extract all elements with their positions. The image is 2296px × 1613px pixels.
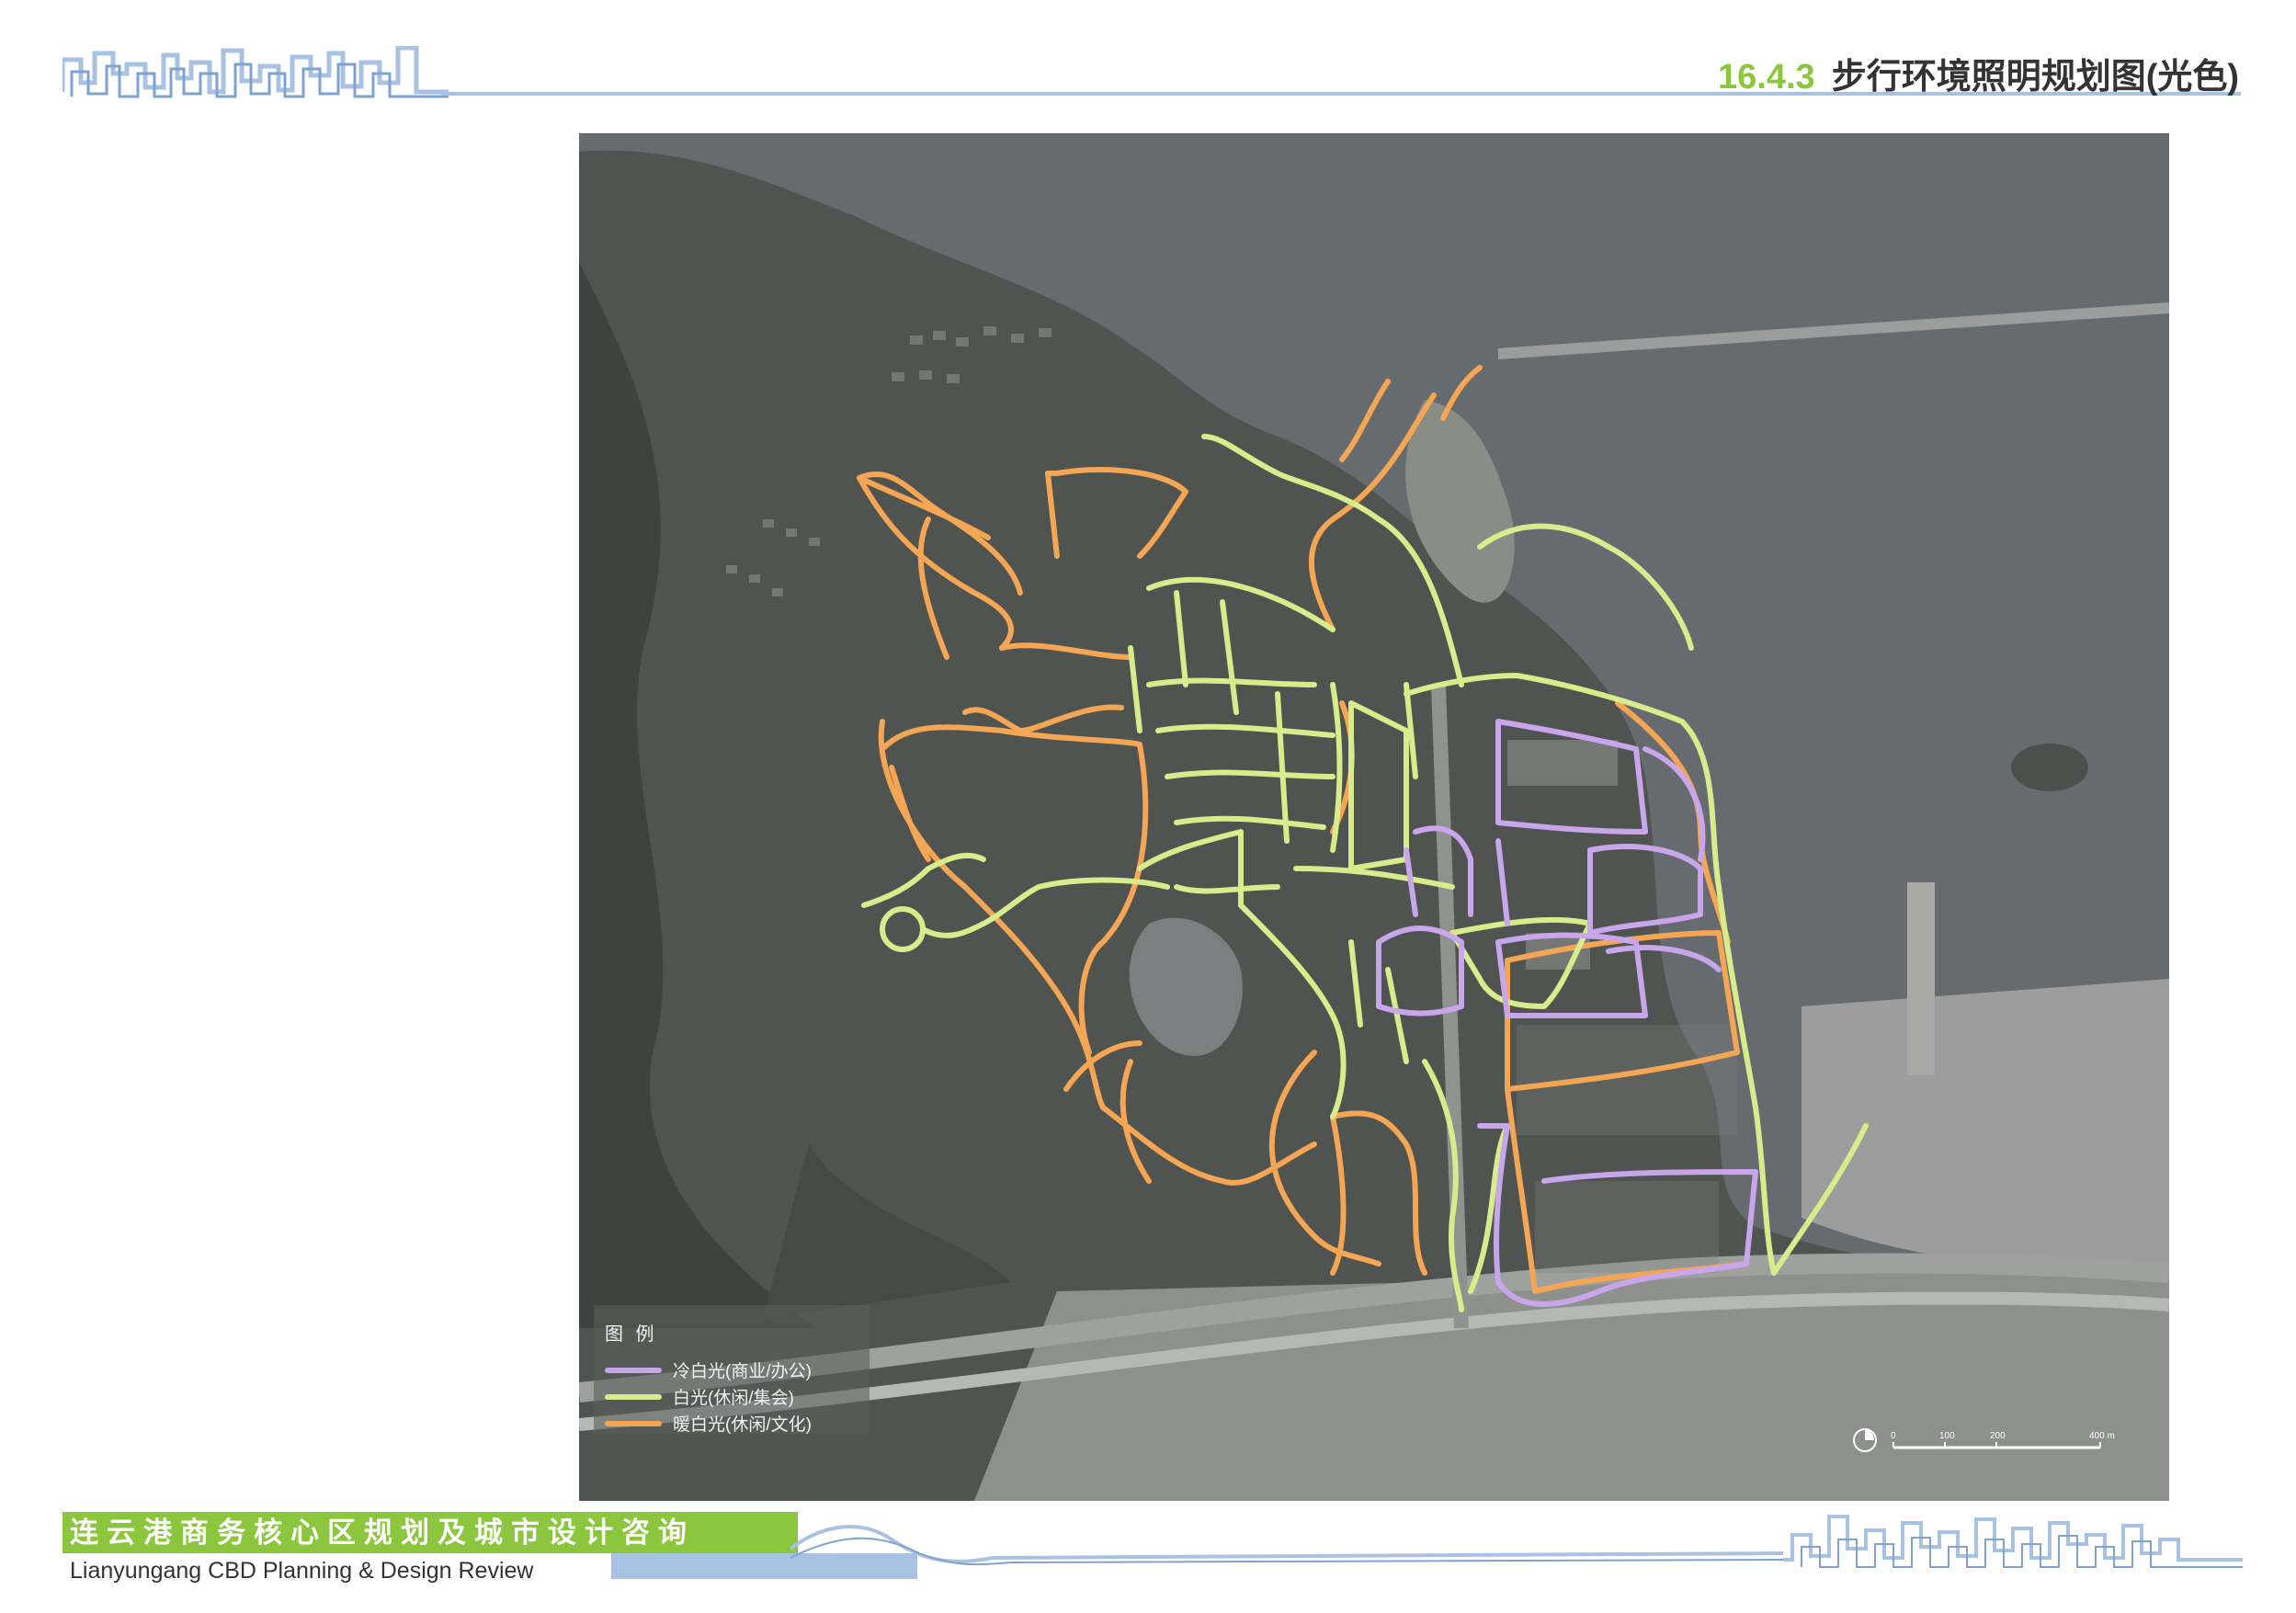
- legend-label-warm-white: 暖白光(休闲/文化): [673, 1415, 812, 1435]
- legend-title: 图 例: [605, 1324, 658, 1345]
- footer-title-bar: 连云港商务核心区规划及城市设计咨询: [63, 1512, 798, 1553]
- legend-swatch-cool-white: [605, 1367, 662, 1373]
- pier: [1907, 882, 1935, 1075]
- footer-wave-skyline: [790, 1515, 2243, 1568]
- legend-item-warm-white: 暖白光(休闲/文化): [605, 1410, 812, 1437]
- scale-label-400: 400 m: [2089, 1431, 2115, 1441]
- map-canvas: [579, 133, 2169, 1501]
- legend-label-white: 白光(休闲/集会): [673, 1389, 794, 1408]
- offshore-island: [2011, 744, 2088, 791]
- legend-swatch-warm-white: [605, 1420, 662, 1426]
- reclaimed-land: [1802, 979, 2169, 1267]
- section-title: 步行环境照明规划图(光色): [1831, 58, 2239, 97]
- scale-label-200: 200: [1990, 1431, 2006, 1441]
- legend-label-cool-white: 冷白光(商业/办公): [673, 1362, 812, 1381]
- footer-subtitle: Lianyungang CBD Planning & Design Review: [70, 1558, 534, 1584]
- scale-label-100: 100: [1939, 1431, 1955, 1441]
- legend-item-white: 白光(休闲/集会): [605, 1383, 812, 1410]
- header-skyline-graphic: [63, 46, 449, 98]
- scale-label-0: 0: [1891, 1431, 1896, 1441]
- page-title: 16.4.3 步行环境照明规划图(光色): [1718, 48, 2239, 98]
- legend-swatch-white: [605, 1393, 662, 1400]
- lighting-plan-map: 图 例 冷白光(商业/办公) 白光(休闲/集会) 暖白光(休闲/文化) 0 10…: [579, 133, 2169, 1501]
- section-number: 16.4.3: [1718, 58, 1815, 97]
- legend-item-cool-white: 冷白光(商业/办公): [605, 1357, 812, 1383]
- scale-bar: 0 100 200 400 m: [1853, 1428, 2115, 1452]
- map-legend: 图 例 冷白光(商业/办公) 白光(休闲/集会) 暖白光(休闲/文化): [605, 1319, 812, 1437]
